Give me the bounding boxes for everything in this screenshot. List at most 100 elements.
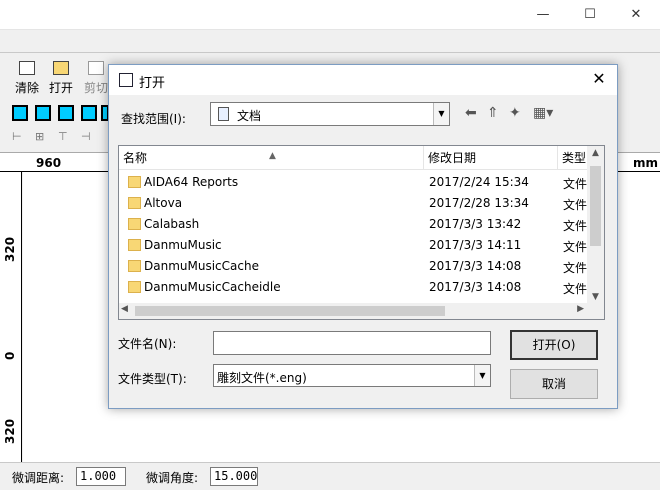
column-name[interactable]: 名称 ▲ <box>119 146 424 170</box>
nudge-angle-label: 微调角度: <box>146 471 199 485</box>
open-label: 打开 <box>48 81 73 95</box>
chevron-up-icon[interactable]: ▲ <box>587 148 604 158</box>
align-right-icon[interactable]: ⊣ <box>81 130 99 146</box>
chevron-down-icon[interactable]: ▼ <box>587 292 604 302</box>
cut-button[interactable]: 剪切 <box>84 59 108 103</box>
navigation-toolbar: ⬅ ⇑ ✦ ▦▾ <box>465 105 565 125</box>
file-name: DanmuMusic <box>144 238 222 252</box>
clear-icon <box>19 61 35 75</box>
new-folder-icon[interactable]: ✦ <box>509 105 521 121</box>
column-date[interactable]: 修改日期 <box>424 146 558 170</box>
folder-icon <box>128 281 141 293</box>
clear-label: 清除 <box>14 81 39 95</box>
ruler-number: 960 <box>36 156 62 170</box>
file-name: DanmuMusicCache <box>144 259 259 273</box>
nudge-angle-input[interactable]: 15.000 <box>210 467 258 486</box>
open-button[interactable]: 打开 <box>44 59 78 103</box>
chevron-down-icon[interactable]: ▼ <box>474 365 490 386</box>
minimize-button[interactable]: — <box>520 0 566 30</box>
file-name: Altova <box>144 196 183 210</box>
nudge-distance-input[interactable]: 1.000 <box>76 467 126 486</box>
file-type: 文件 <box>563 282 588 296</box>
look-in-label: 查找范围(I): <box>121 112 186 126</box>
open-folder-icon <box>53 61 69 75</box>
back-arrow-icon[interactable]: ⬅ <box>465 105 477 121</box>
column-type-label: 类型 <box>562 151 587 165</box>
horizontal-scrollbar[interactable]: ◀ ▶ <box>119 303 604 319</box>
file-name: Calabash <box>144 217 200 231</box>
folder-icon <box>128 176 141 188</box>
status-bar: 微调距离: 1.000 微调角度: 15.000 <box>0 462 660 490</box>
scroll-thumb[interactable] <box>590 166 601 246</box>
chevron-down-icon[interactable]: ▼ <box>433 103 449 125</box>
file-row[interactable]: DanmuMusic 2017/3/3 14:11 文件 <box>119 235 589 256</box>
shape-tool-3-icon[interactable] <box>58 105 74 121</box>
ruler-left-number: 320 <box>3 236 17 262</box>
folder-icon <box>128 197 141 209</box>
file-date: 2017/2/24 15:34 <box>429 175 529 189</box>
filetype-value: 雕刻文件(*.eng) <box>217 371 307 385</box>
ruler-left-number: 320 <box>3 418 17 444</box>
main-titlebar: — ☐ ✕ <box>0 0 660 30</box>
column-type[interactable]: 类型 <box>558 146 589 170</box>
align-top-icon[interactable]: ⊤ <box>58 130 76 146</box>
open-dialog: 打开 ✕ 查找范围(I): 文档 ▼ ⬅ ⇑ ✦ ▦▾ 名称 ▲ 修改日期 类型… <box>108 64 618 409</box>
chevron-right-icon[interactable]: ▶ <box>577 304 584 314</box>
app-icon <box>119 73 133 87</box>
documents-icon <box>218 107 229 121</box>
cancel-button[interactable]: 取消 <box>510 369 598 399</box>
clear-button[interactable]: 清除 <box>10 59 44 103</box>
file-list-header: 名称 ▲ 修改日期 类型 <box>119 146 589 170</box>
up-folder-icon[interactable]: ⇑ <box>487 105 499 121</box>
shape-tool-1-icon[interactable] <box>12 105 28 121</box>
chevron-left-icon[interactable]: ◀ <box>121 304 128 314</box>
vertical-scrollbar[interactable]: ▲ ▼ <box>587 146 604 304</box>
file-type: 文件 <box>563 261 588 275</box>
file-type: 文件 <box>563 177 588 191</box>
column-name-label: 名称 <box>123 151 148 165</box>
filename-input[interactable] <box>213 331 491 355</box>
close-button[interactable]: ✕ <box>613 0 659 30</box>
app-window: — ☐ ✕ 清除 打开 剪切 ⊢ ⊞ ⊤ ⊣ 960 mm 320 0 320 <box>0 0 660 490</box>
shape-tool-2-icon[interactable] <box>35 105 51 121</box>
folder-icon <box>128 260 141 272</box>
file-row[interactable]: DanmuMusicCache 2017/3/3 14:08 文件 <box>119 256 589 277</box>
file-row[interactable]: DanmuMusicCacheidle 2017/3/3 14:08 文件 <box>119 277 589 298</box>
file-row[interactable]: AIDA64 Reports 2017/2/24 15:34 文件 <box>119 172 589 193</box>
filetype-label: 文件类型(T): <box>118 372 187 386</box>
scissors-icon <box>88 61 104 75</box>
column-date-label: 修改日期 <box>428 151 477 165</box>
file-type: 文件 <box>563 240 588 254</box>
maximize-button[interactable]: ☐ <box>567 0 613 30</box>
file-date: 2017/3/3 13:42 <box>429 217 522 231</box>
look-in-select[interactable]: 文档 ▼ <box>210 102 450 126</box>
sort-up-icon: ▲ <box>269 151 276 161</box>
cut-label: 剪切 <box>84 81 108 95</box>
file-date: 2017/3/3 14:11 <box>429 238 522 252</box>
dialog-close-icon[interactable]: ✕ <box>589 69 609 89</box>
folder-icon <box>128 239 141 251</box>
view-menu-icon[interactable]: ▦▾ <box>533 105 553 121</box>
file-row[interactable]: Altova 2017/2/28 13:34 文件 <box>119 193 589 214</box>
vertical-ruler: 320 0 320 <box>0 172 22 462</box>
align-left-icon[interactable]: ⊢ <box>12 130 30 146</box>
file-name: DanmuMusicCacheidle <box>144 280 281 294</box>
file-date: 2017/2/28 13:34 <box>429 196 529 210</box>
scroll-thumb[interactable] <box>135 306 445 316</box>
open-dialog-button[interactable]: 打开(O) <box>510 330 598 360</box>
dialog-title: 打开 <box>139 76 166 91</box>
file-type: 文件 <box>563 198 588 212</box>
nudge-distance-label: 微调距离: <box>12 471 65 485</box>
file-date: 2017/3/3 14:08 <box>429 280 522 294</box>
file-list[interactable]: 名称 ▲ 修改日期 类型 AIDA64 Reports 2017/2/24 15… <box>118 145 605 320</box>
file-row[interactable]: Calabash 2017/3/3 13:42 文件 <box>119 214 589 235</box>
file-date: 2017/3/3 14:08 <box>429 259 522 273</box>
look-in-value: 文档 <box>237 109 262 123</box>
filetype-select[interactable]: 雕刻文件(*.eng) ▼ <box>213 364 491 387</box>
align-center-icon[interactable]: ⊞ <box>35 130 53 146</box>
shape-tool-4-icon[interactable] <box>81 105 97 121</box>
file-name: AIDA64 Reports <box>144 175 239 189</box>
folder-icon <box>128 218 141 230</box>
ruler-unit: mm <box>632 156 658 170</box>
file-type: 文件 <box>563 219 588 233</box>
